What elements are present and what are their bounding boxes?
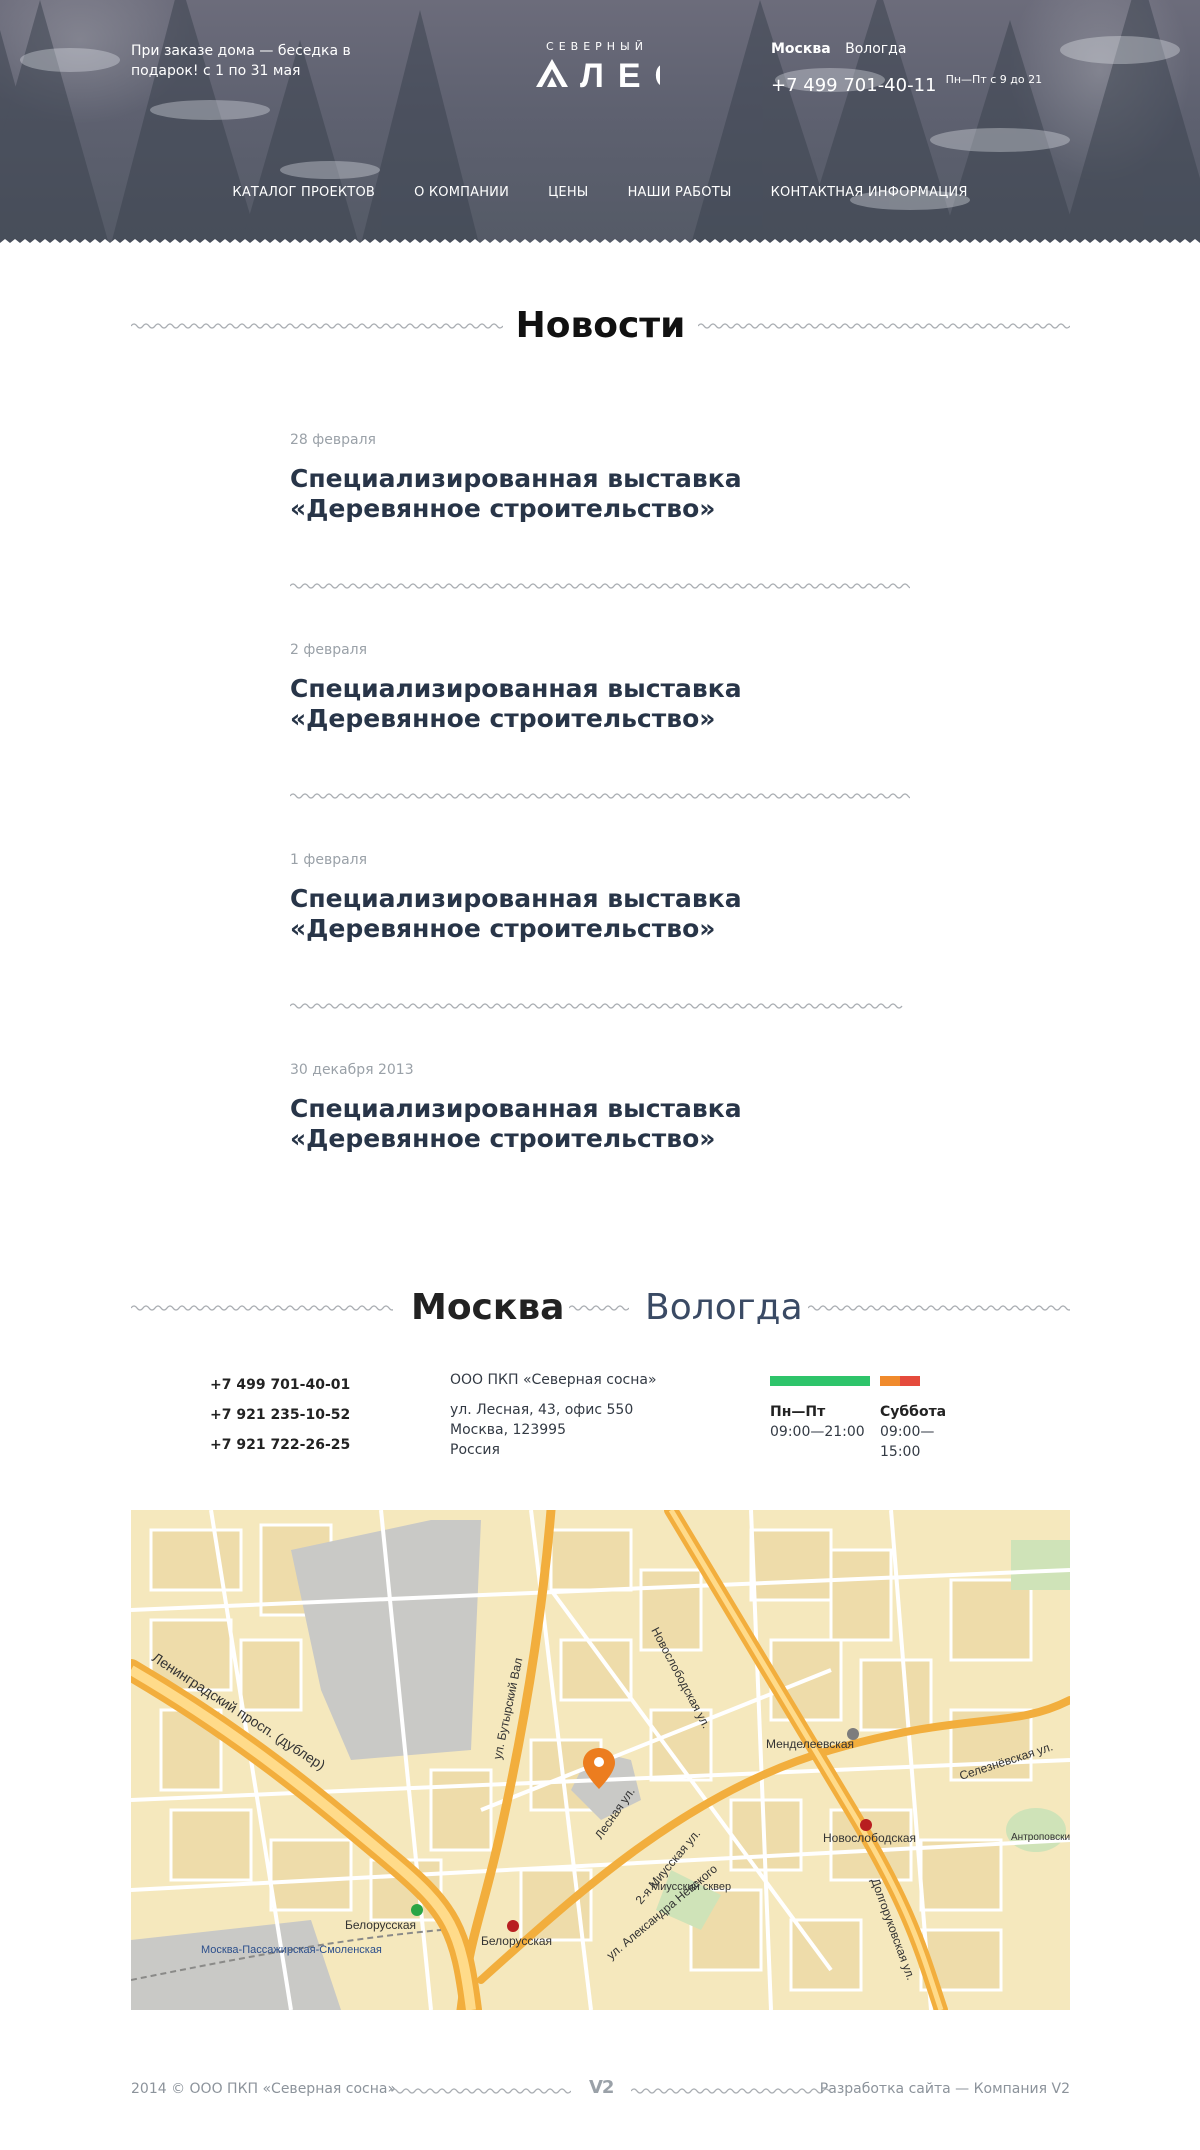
wavy-divider	[131, 1305, 393, 1311]
company-name: ООО ПКП «Северная сосна»	[450, 1372, 657, 1388]
header-zigzag-edge	[0, 239, 1200, 248]
news-item: 1 февраля Специализированная выставка «Д…	[290, 850, 910, 1060]
phone-link[interactable]: +7 921 722-26-25	[210, 1430, 350, 1460]
news-date: 30 декабря 2013	[290, 1062, 414, 1078]
map-station-label: Москва-Пассажирская-Смоленская	[201, 1944, 382, 1956]
news-date: 28 февраля	[290, 432, 376, 448]
contacts-block: +7 499 701-40-01 +7 921 235-10-52 +7 921…	[0, 1370, 1200, 1490]
map-park-label: Антроповский сквер	[1011, 1832, 1070, 1843]
news-item: 30 декабря 2013 Специализированная выста…	[290, 1060, 910, 1270]
logo-big-text: ЛЕС	[580, 57, 660, 89]
tab-moscow[interactable]: Москва	[411, 1280, 564, 1336]
main-nav: Каталог проектов О компании Цены Наши ра…	[0, 181, 1200, 200]
logo-mark-icon: ЛЕС	[536, 57, 660, 89]
news-title-link[interactable]: Специализированная выставка «Деревянное …	[290, 674, 910, 734]
tab-vologda[interactable]: Вологда	[645, 1280, 803, 1336]
developer-link[interactable]: Разработка сайта — Компания V2	[820, 2081, 1070, 2097]
city-tabs: Москва Вологда	[131, 1280, 1070, 1336]
nav-contacts[interactable]: Контактная информация	[771, 185, 968, 200]
weekday-hours: 09:00—21:00	[770, 1424, 865, 1440]
address-block: ООО ПКП «Северная сосна» ул. Лесная, 43,…	[450, 1370, 657, 1460]
news-title-link[interactable]: Специализированная выставка «Деревянное …	[290, 1094, 910, 1154]
snowy-forest-background	[0, 0, 1200, 248]
schedule-bars	[770, 1376, 970, 1386]
wavy-divider	[631, 2088, 830, 2094]
news-title-link[interactable]: Специализированная выставка «Деревянное …	[290, 464, 910, 524]
map-metro-label: Белорусская	[481, 1934, 552, 1948]
news-heading-block: Новости	[131, 300, 1070, 352]
saturday-hours-bar	[880, 1376, 920, 1386]
address-line: ул. Лесная, 43, офис 550	[450, 1402, 634, 1418]
weekday-label: Пн—Пт	[770, 1404, 826, 1420]
city-moscow-link[interactable]: Москва	[771, 41, 831, 57]
news-title-link[interactable]: Специализированная выставка «Деревянное …	[290, 884, 910, 944]
header-phone[interactable]: +7 499 701-40-11	[771, 75, 937, 96]
news-list: 28 февраля Специализированная выставка «…	[290, 430, 910, 1270]
map-canvas[interactable]: Новослободская ул. Долгоруковская ул. ул…	[131, 1510, 1070, 2010]
header-phone-block: +7 499 701-40-11 Пн—Пт с 9 до 21	[771, 73, 1043, 96]
nav-works[interactable]: Наши работы	[628, 185, 732, 200]
weekday-schedule: Пн—Пт 09:00—21:00	[770, 1402, 865, 1442]
header-hours: Пн—Пт с 9 до 21	[945, 73, 1043, 86]
news-item: 28 февраля Специализированная выставка «…	[290, 430, 910, 640]
header: При заказе дома — беседка в подарок! с 1…	[0, 0, 1200, 248]
wavy-divider	[698, 323, 1070, 329]
map-metro-label: Новослободская	[823, 1831, 916, 1845]
nav-catalog[interactable]: Каталог проектов	[232, 185, 375, 200]
weekday-hours-bar	[770, 1376, 870, 1386]
news-item: 2 февраля Специализированная выставка «Д…	[290, 640, 910, 850]
wavy-divider	[290, 1003, 903, 1009]
copyright: 2014 © ООО ПКП «Северная сосна»	[131, 2081, 397, 2097]
address-line: Москва, 123995	[450, 1422, 566, 1438]
developer-logo[interactable]: V2	[589, 2077, 614, 2098]
wavy-divider	[290, 583, 910, 589]
address-line: Россия	[450, 1442, 500, 1458]
phone-link[interactable]: +7 921 235-10-52	[210, 1400, 350, 1430]
wavy-divider	[569, 1305, 629, 1311]
phone-list: +7 499 701-40-01 +7 921 235-10-52 +7 921…	[210, 1370, 350, 1460]
schedule: Пн—Пт 09:00—21:00 Суббота 09:00—15:00	[770, 1376, 970, 1460]
wavy-divider	[290, 793, 910, 799]
city-switch: Москва Вологда	[771, 41, 916, 57]
phone-link[interactable]: +7 499 701-40-01	[210, 1370, 350, 1400]
nav-prices[interactable]: Цены	[548, 185, 588, 200]
wavy-divider	[391, 2088, 571, 2094]
saturday-schedule: Суббота 09:00—15:00	[880, 1402, 970, 1462]
location-map[interactable]: Новослободская ул. Долгоруковская ул. ул…	[131, 1510, 1070, 2010]
logo[interactable]: Северный ЛЕС	[532, 40, 662, 89]
logo-small-text: Северный	[546, 40, 648, 53]
saturday-label: Суббота	[880, 1404, 947, 1420]
map-metro-label: Менделеевская	[766, 1737, 854, 1751]
city-vologda-link[interactable]: Вологда	[845, 41, 906, 57]
footer: 2014 © ООО ПКП «Северная сосна» V2 Разра…	[131, 2075, 1070, 2105]
saturday-hours: 09:00—15:00	[880, 1424, 935, 1460]
news-date: 1 февраля	[290, 852, 368, 868]
wavy-divider	[808, 1305, 1070, 1311]
map-metro-label: Белорусская	[345, 1918, 416, 1932]
promo-text: При заказе дома — беседка в подарок! с 1…	[131, 43, 351, 79]
news-date: 2 февраля	[290, 642, 368, 658]
map-park-label: Миусский сквер	[651, 1881, 731, 1893]
nav-about[interactable]: О компании	[414, 185, 509, 200]
